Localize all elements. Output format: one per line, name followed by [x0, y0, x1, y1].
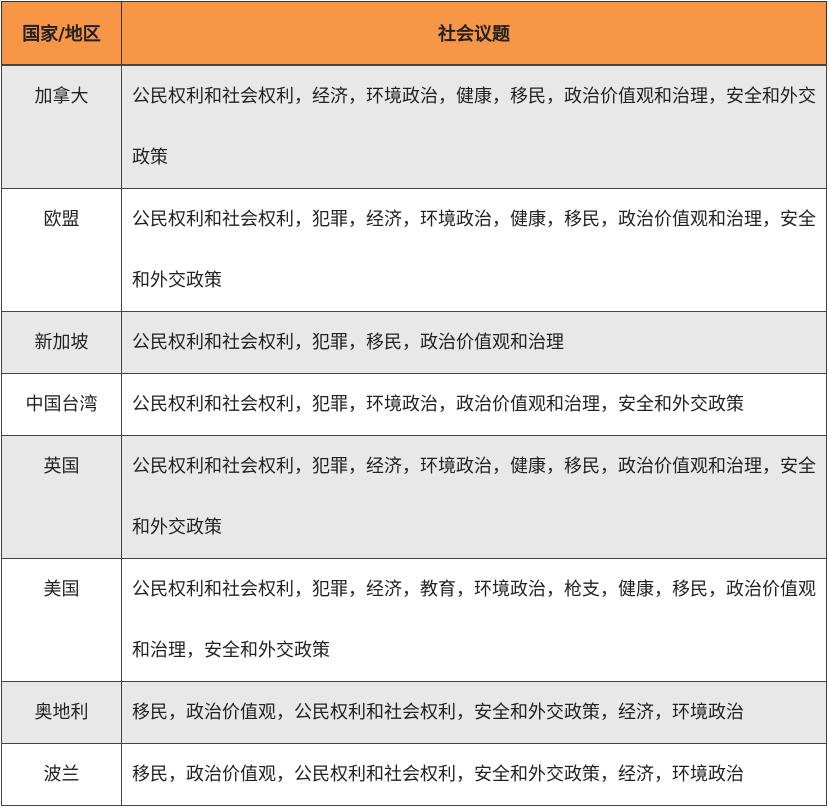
header-row: 国家/地区 社会议题 — [1, 1, 827, 66]
table-row: 波兰 移民，政治价值观，公民权利和社会权利，安全和外交政策，经济，环境政治 — [1, 743, 827, 806]
issues-cell: 公民权利和社会权利，经济，环境政治，健康，移民，政治价值观和治理，安全和外交政策 — [121, 65, 827, 189]
country-cell: 奥地利 — [1, 681, 122, 744]
table-row: 奥地利 移民，政治价值观，公民权利和社会权利，安全和外交政策，经济，环境政治 — [1, 681, 827, 744]
issues-cell: 公民权利和社会权利，犯罪，经济，环境政治，健康，移民，政治价值观和治理，安全和外… — [121, 435, 827, 559]
country-cell: 新加坡 — [1, 311, 122, 374]
issues-cell: 公民权利和社会权利，犯罪，移民，政治价值观和治理 — [121, 311, 827, 374]
table-row: 中国台湾 公民权利和社会权利，犯罪，环境政治，政治价值观和治理，安全和外交政策 — [1, 373, 827, 436]
table-row: 欧盟 公民权利和社会权利，犯罪，经济，环境政治，健康，移民，政治价值观和治理，安… — [1, 188, 827, 312]
header-country: 国家/地区 — [1, 1, 122, 66]
country-cell: 英国 — [1, 435, 122, 559]
issues-cell: 公民权利和社会权利，犯罪，经济，教育，环境政治，枪支，健康，移民，政治价值观和治… — [121, 558, 827, 682]
table-row: 美国 公民权利和社会权利，犯罪，经济，教育，环境政治，枪支，健康，移民，政治价值… — [1, 558, 827, 682]
header-issues: 社会议题 — [121, 1, 827, 66]
country-cell: 欧盟 — [1, 188, 122, 312]
issues-cell: 移民，政治价值观，公民权利和社会权利，安全和外交政策，经济，环境政治 — [121, 743, 827, 806]
social-issues-table: 国家/地区 社会议题 加拿大 公民权利和社会权利，经济，环境政治，健康，移民，政… — [1, 1, 827, 806]
issues-cell: 移民，政治价值观，公民权利和社会权利，安全和外交政策，经济，环境政治 — [121, 681, 827, 744]
country-cell: 美国 — [1, 558, 122, 682]
country-cell: 加拿大 — [1, 65, 122, 189]
issues-cell: 公民权利和社会权利，犯罪，经济，环境政治，健康，移民，政治价值观和治理，安全和外… — [121, 188, 827, 312]
table-row: 新加坡 公民权利和社会权利，犯罪，移民，政治价值观和治理 — [1, 311, 827, 374]
table-row: 英国 公民权利和社会权利，犯罪，经济，环境政治，健康，移民，政治价值观和治理，安… — [1, 435, 827, 559]
country-cell: 波兰 — [1, 743, 122, 806]
table-row: 加拿大 公民权利和社会权利，经济，环境政治，健康，移民，政治价值观和治理，安全和… — [1, 65, 827, 189]
issues-cell: 公民权利和社会权利，犯罪，环境政治，政治价值观和治理，安全和外交政策 — [121, 373, 827, 436]
country-cell: 中国台湾 — [1, 373, 122, 436]
